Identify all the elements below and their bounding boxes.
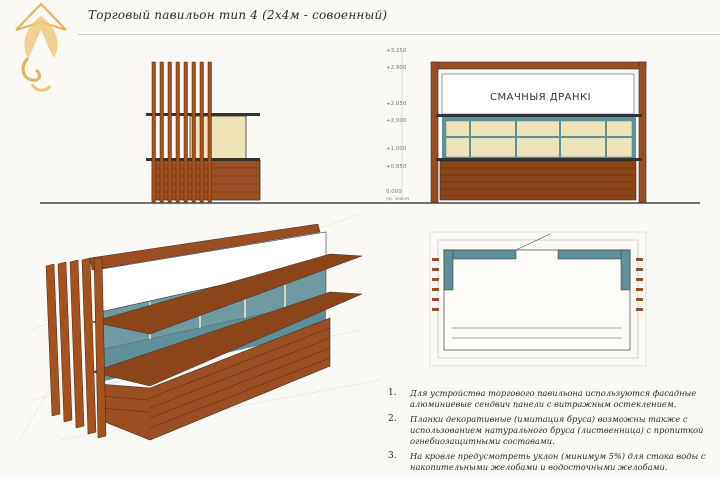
level-label: +2,900 — [386, 65, 407, 71]
level-label: +3,250 — [386, 48, 407, 54]
side-elevation — [146, 61, 261, 203]
level-marks: +3,250 +2,900 +2,050 +2,000 +1,000 +0,85… — [386, 48, 409, 202]
signboard-text: СМАЧНЫЯ ДРАНКІ — [490, 92, 591, 103]
note-text: Планки декоративные (имитация бруса) воз… — [410, 414, 704, 446]
level-label: +2,000 — [386, 118, 407, 124]
ground-label: пр. земля — [386, 197, 409, 202]
note-item: 3. На кровле предусмотреть уклон (миниму… — [388, 451, 716, 473]
level-label: 0,000 — [386, 189, 402, 195]
floor-plan — [429, 231, 647, 367]
perspective-view — [19, 213, 381, 441]
level-label: +2,050 — [386, 101, 407, 107]
note-number: 1. — [388, 388, 397, 398]
notes-block: 1. Для устройства торгового павильона ис… — [388, 388, 716, 477]
level-label: +1,000 — [386, 146, 407, 152]
note-number: 2. — [388, 414, 397, 424]
drawing-sheet: Торговый павильон тип 4 (2х4м - совоенны… — [0, 0, 720, 472]
note-item: 1. Для устройства торгового павильона ис… — [388, 388, 716, 410]
level-label: +0,850 — [386, 164, 407, 170]
front-elevation: СМАЧНЫЯ ДРАНКІ — [430, 61, 647, 203]
note-item: 2. Планки декоративные (имитация бруса) … — [388, 414, 716, 447]
note-text: Для устройства торгового павильона испол… — [410, 388, 697, 409]
note-text: На кровле предусмотреть уклон (минимум 5… — [410, 451, 706, 472]
